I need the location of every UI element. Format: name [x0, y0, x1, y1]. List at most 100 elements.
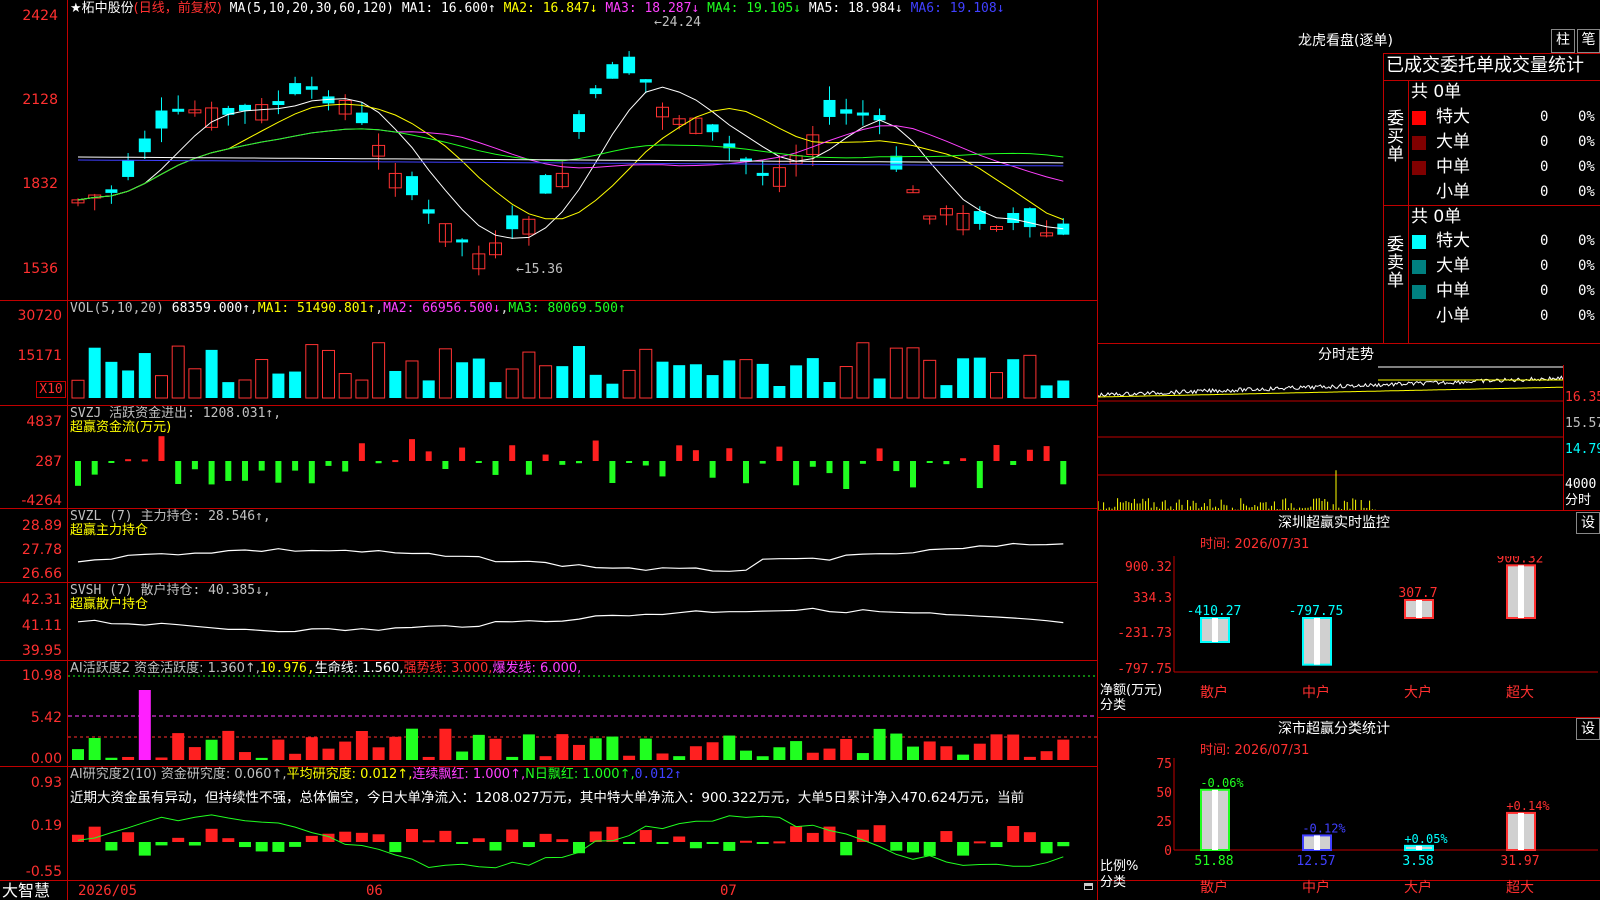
- candle-down: [573, 114, 585, 133]
- ai2-bar: [439, 830, 452, 842]
- svzj-bar: [542, 454, 549, 461]
- vol-bar: [973, 357, 986, 398]
- ai1-bar: [606, 736, 619, 760]
- ai2-bar: [322, 833, 335, 842]
- sscy-settings-button[interactable]: 设: [1576, 718, 1600, 740]
- svzj-bar: [1043, 446, 1050, 461]
- ai2-bar: [289, 842, 302, 847]
- kline-chart-area[interactable]: [0, 0, 1097, 900]
- ai2-bar: [806, 832, 819, 842]
- vol-bar: [689, 364, 702, 398]
- ai2-title: AI研究度2(10) 资金研究度: 0.060↑,平均研究度: 0.012↑,连…: [70, 767, 682, 782]
- ai1-bar: [239, 752, 251, 760]
- ai1-bar: [188, 747, 201, 760]
- vol-bar: [1057, 380, 1070, 398]
- sscy-pct-label: +0.05%: [1404, 832, 1448, 846]
- ai2-bar: [673, 836, 686, 842]
- vol-bar: [990, 372, 1003, 399]
- svzj-bar: [609, 461, 616, 484]
- ai1-bar: [923, 741, 936, 760]
- fszs-top-border: [1097, 343, 1600, 344]
- row-value: 0: [1540, 134, 1549, 150]
- sscy-bar-hl: [1518, 812, 1524, 850]
- ma-line-120: [77, 159, 1064, 167]
- row-color-swatch: [1412, 260, 1426, 274]
- svsh-label-2: 41.11: [21, 618, 62, 634]
- ai1-bar: [773, 747, 786, 760]
- ai1-bar: [522, 734, 535, 760]
- vol-unit-box: X10: [36, 381, 66, 398]
- ai2-bar: [907, 842, 919, 853]
- ai1-bar: [706, 742, 719, 760]
- ai1-bar: [472, 734, 485, 760]
- svsh-subtitle: 超赢散户持仓: [70, 597, 149, 612]
- row-percent: 0%: [1578, 283, 1595, 299]
- ai1-bar: [873, 728, 886, 760]
- svzj-bar: [659, 461, 666, 477]
- ai1-bar: [506, 756, 519, 760]
- vol-bar: [706, 375, 719, 398]
- ai1-bar: [673, 756, 686, 760]
- ai2-bar: [973, 841, 986, 844]
- ai1-bar: [122, 756, 135, 760]
- bar-mode-button[interactable]: 柱: [1551, 29, 1575, 53]
- szcy-bar-hl: [1212, 618, 1218, 643]
- vol-bar: [171, 345, 185, 399]
- fs-vol-unit: 分时: [1565, 493, 1592, 508]
- szcy-settings-button[interactable]: 设: [1576, 512, 1600, 534]
- chart-mode[interactable]: (日线，前复权): [134, 1, 222, 16]
- candle-down: [456, 239, 469, 243]
- stock-name[interactable]: ★柘中股份: [70, 1, 134, 16]
- vol-bar: [155, 375, 168, 399]
- row-name: 小单: [1436, 182, 1470, 202]
- vol-label-1: 30720: [17, 308, 62, 324]
- row-percent: 0%: [1578, 308, 1595, 324]
- candle-down: [973, 211, 986, 224]
- row-name: 大单: [1436, 132, 1470, 152]
- ai2-bar: [339, 831, 352, 842]
- ai1-bar: [422, 756, 435, 760]
- ai2-bar: [1023, 832, 1036, 842]
- candle-down: [272, 101, 285, 106]
- candle-down: [756, 172, 769, 176]
- row-name: 特大: [1436, 231, 1470, 251]
- lock-icon: [1084, 883, 1093, 890]
- svzj-bar: [475, 461, 482, 463]
- stroke-mode-button[interactable]: 笔: [1577, 29, 1600, 53]
- sscy-value-label: 51.88: [1194, 854, 1233, 869]
- candle-down: [639, 79, 652, 83]
- svzj-bar: [125, 459, 132, 462]
- ai2-bar: [305, 835, 318, 842]
- svzl-label-1: 28.89: [21, 518, 62, 534]
- ai1-bar: [990, 734, 1003, 760]
- candle-down: [355, 112, 368, 124]
- intraday-chart[interactable]: [1098, 365, 1568, 510]
- svzj-bar: [576, 461, 582, 464]
- row-color-swatch: [1412, 186, 1426, 200]
- szcy-value-label: -797.75: [1289, 604, 1344, 619]
- ai2-bar: [105, 842, 118, 851]
- price-label-1: 2424: [22, 8, 58, 24]
- ai2-bar: [740, 840, 752, 843]
- vol-bar: [856, 342, 870, 399]
- svzj-bar: [960, 458, 967, 461]
- svzj-bar: [242, 461, 248, 481]
- svzj-bar: [776, 446, 783, 461]
- ai1-bar: [723, 735, 736, 760]
- ai1-bar: [823, 748, 836, 760]
- ai1-bar: [840, 738, 853, 760]
- vol-bar: [222, 382, 235, 398]
- ai2-bar: [773, 841, 786, 844]
- svzj-bar: [743, 461, 749, 484]
- szcy-xlabel: 分类: [1100, 698, 1127, 713]
- vol-bar: [906, 347, 920, 399]
- sscy-category: 中户: [1302, 879, 1330, 896]
- ai1-bar: [255, 757, 268, 760]
- candle-down: [823, 99, 836, 117]
- svzj-bar: [258, 461, 265, 471]
- chart-title-bar: ★柘中股份(日线，前复权) MA(5,10,20,30,60,120) MA1:…: [70, 2, 1005, 16]
- row-value: 0: [1540, 159, 1549, 175]
- svzj-bar: [225, 461, 232, 481]
- ai2-bar: [272, 842, 285, 852]
- row-percent: 0%: [1578, 134, 1595, 150]
